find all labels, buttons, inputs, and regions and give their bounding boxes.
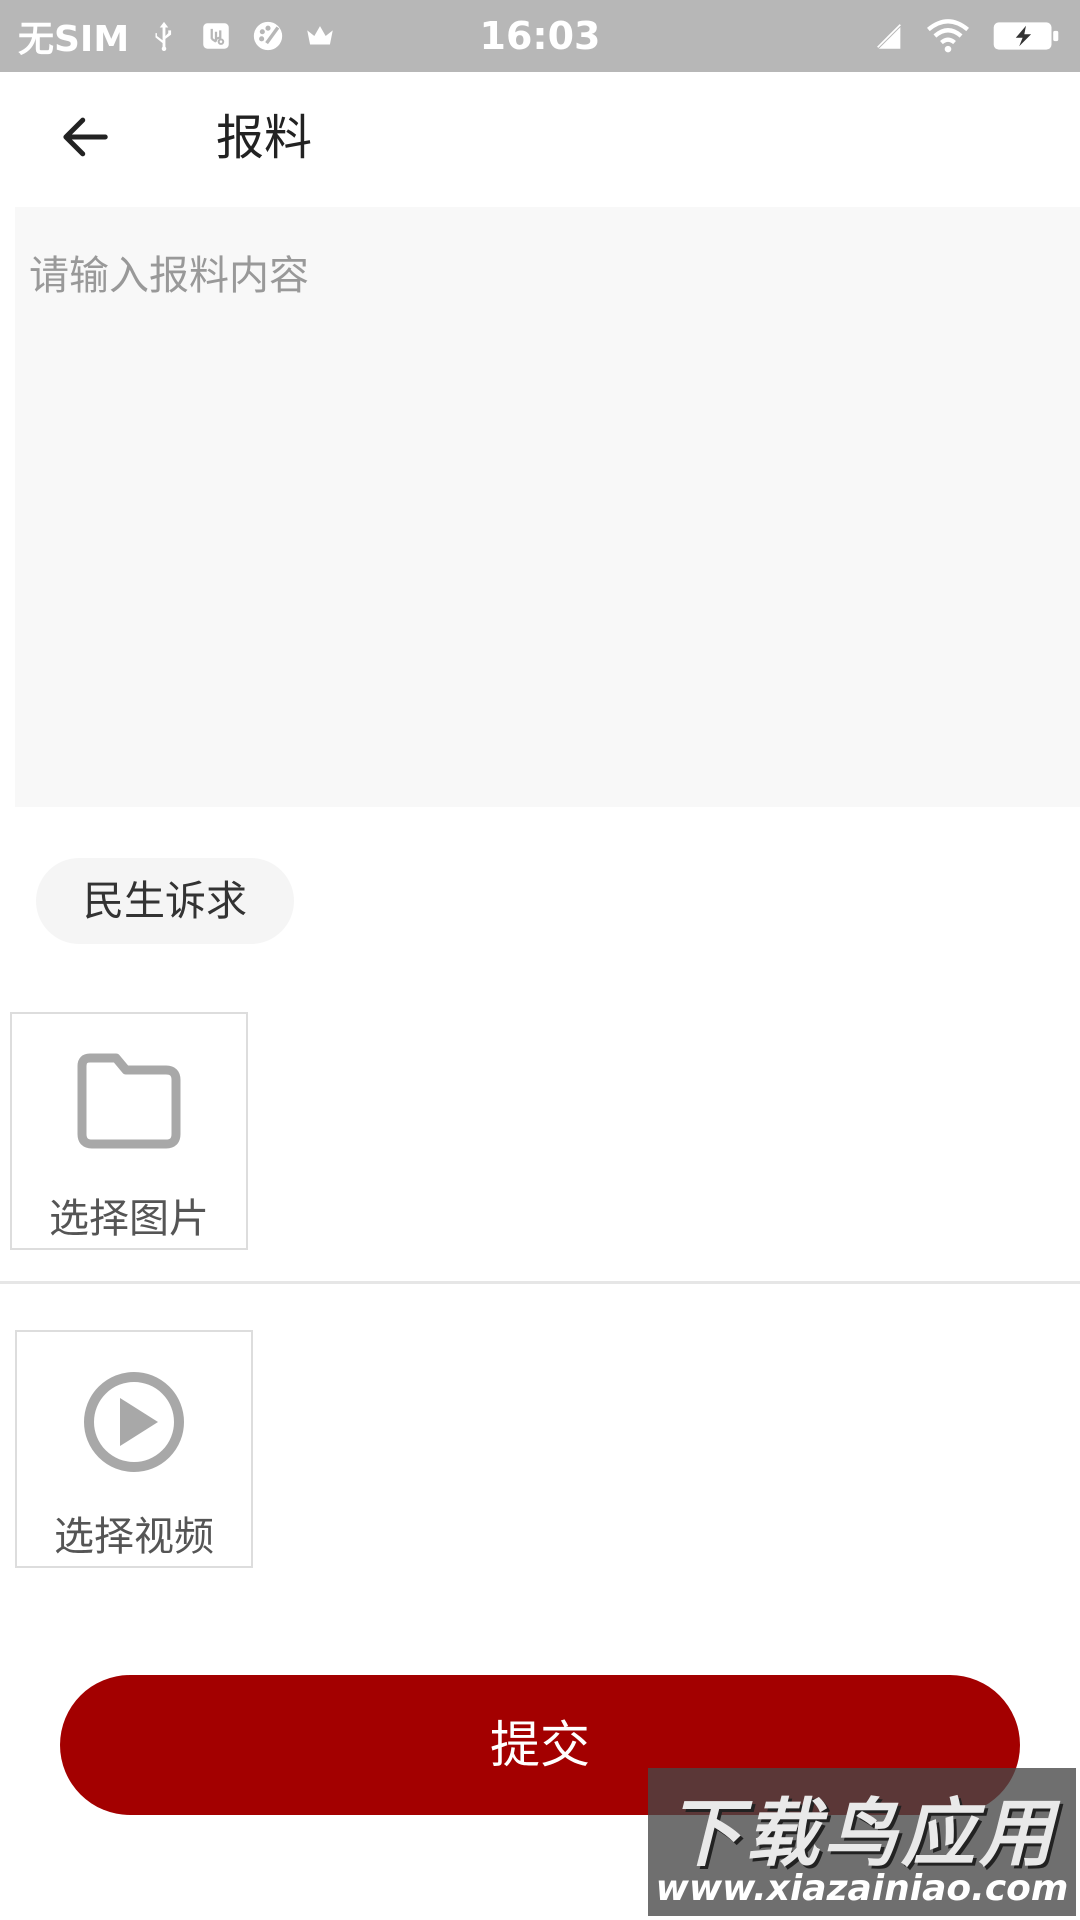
section-divider [0, 1281, 1080, 1284]
select-image-button[interactable]: 选择图片 [10, 1012, 248, 1250]
no-sim-signal-icon [874, 21, 904, 51]
select-image-label: 选择图片 [49, 1196, 209, 1242]
watermark-url: www.xiazainiao.com [655, 1868, 1069, 1909]
back-button[interactable] [50, 102, 120, 172]
category-chip[interactable]: 民生诉求 [36, 858, 294, 944]
watermark: 下载鸟应用 www.xiazainiao.com [648, 1768, 1076, 1916]
battery-charging-icon [993, 22, 1059, 50]
app-header: 报料 [0, 72, 1080, 202]
status-bar-right [872, 0, 1062, 72]
play-circle-icon [84, 1372, 184, 1472]
status-bar: 无SIM 16:03 [0, 0, 1080, 72]
select-video-button[interactable]: 选择视频 [15, 1330, 253, 1568]
watermark-logo-text: 下载鸟应用 [667, 1791, 1057, 1877]
folder-icon [77, 1053, 181, 1149]
page-title: 报料 [216, 110, 313, 166]
select-video-label: 选择视频 [54, 1514, 214, 1560]
report-content-input[interactable] [15, 207, 1080, 807]
arrow-left-icon [63, 117, 108, 157]
wifi-icon [927, 19, 969, 53]
